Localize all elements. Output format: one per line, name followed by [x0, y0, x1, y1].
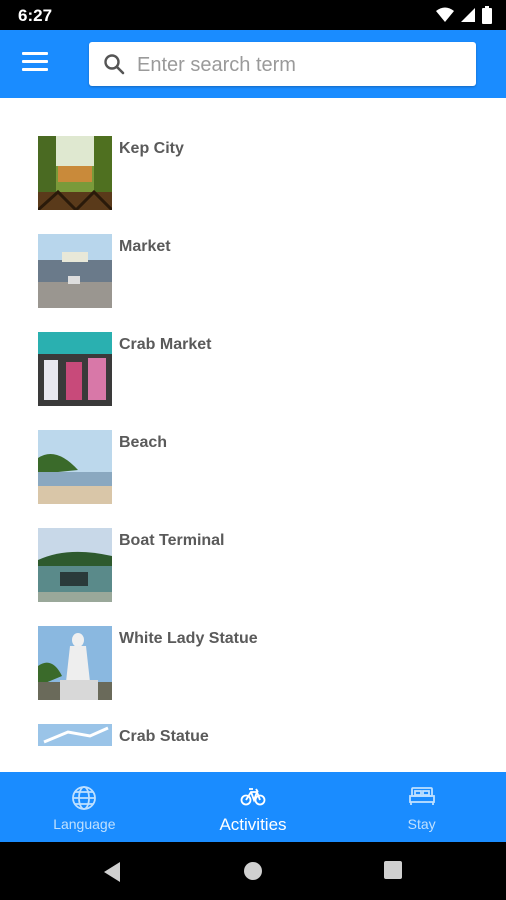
recents-icon[interactable]: [384, 861, 402, 879]
list-item-beach[interactable]: Beach: [38, 430, 478, 506]
status-bar: 6:27: [0, 0, 506, 30]
nav-tab-stay[interactable]: Stay: [337, 772, 506, 842]
nav-label-language: Language: [53, 816, 116, 832]
list-item-market[interactable]: Market: [38, 234, 478, 310]
list-item-label: Beach: [119, 434, 168, 451]
status-time: 6:27: [18, 6, 53, 25]
nav-tab-language[interactable]: Language: [0, 772, 169, 842]
nav-label-activities: Activities: [219, 815, 287, 834]
white-lady-statue-thumbnail: [38, 626, 112, 700]
list-item-label: White Lady Statue: [119, 630, 258, 647]
bottom-navigation: Language Activities Stay: [0, 772, 506, 842]
signal-icon: [461, 8, 475, 22]
app-bar: [0, 30, 506, 98]
search-box[interactable]: [89, 42, 476, 88]
nav-label-stay: Stay: [407, 816, 436, 832]
search-icon: [104, 54, 125, 75]
beach-thumbnail: [38, 430, 112, 504]
hamburger-menu-icon[interactable]: [22, 52, 48, 74]
globe-icon: [72, 786, 97, 810]
list-item-white-lady-statue[interactable]: White Lady Statue: [38, 626, 478, 702]
list-item-label: Boat Terminal: [119, 532, 225, 549]
list-item-label: Kep City: [119, 140, 184, 157]
list-item-crab-market[interactable]: Crab Market: [38, 332, 478, 408]
crab-statue-thumbnail: [38, 724, 112, 746]
kep-city-thumbnail: [38, 136, 112, 210]
wifi-icon: [436, 7, 454, 22]
bed-icon: [408, 787, 435, 805]
search-input[interactable]: [135, 42, 469, 88]
list-item-crab-statue[interactable]: Crab Statue: [38, 724, 478, 772]
list-item-label: Crab Statue: [119, 728, 209, 745]
list-item-kep-city[interactable]: Kep City: [38, 136, 478, 212]
nav-tab-activities[interactable]: Activities: [169, 772, 338, 842]
list-item-label: Crab Market: [119, 336, 212, 353]
status-icons: [436, 6, 492, 24]
home-icon[interactable]: [243, 861, 263, 881]
market-thumbnail: [38, 234, 112, 308]
activity-list: Kep City Market Crab Market Beach Boat T…: [0, 98, 506, 772]
boat-terminal-thumbnail: [38, 528, 112, 602]
back-icon[interactable]: [102, 861, 122, 883]
list-item-label: Market: [119, 238, 171, 255]
battery-icon: [482, 6, 492, 24]
crab-market-thumbnail: [38, 332, 112, 406]
system-navigation-bar: [0, 842, 506, 900]
list-item-boat-terminal[interactable]: Boat Terminal: [38, 528, 478, 604]
bicycle-icon: [240, 788, 266, 806]
